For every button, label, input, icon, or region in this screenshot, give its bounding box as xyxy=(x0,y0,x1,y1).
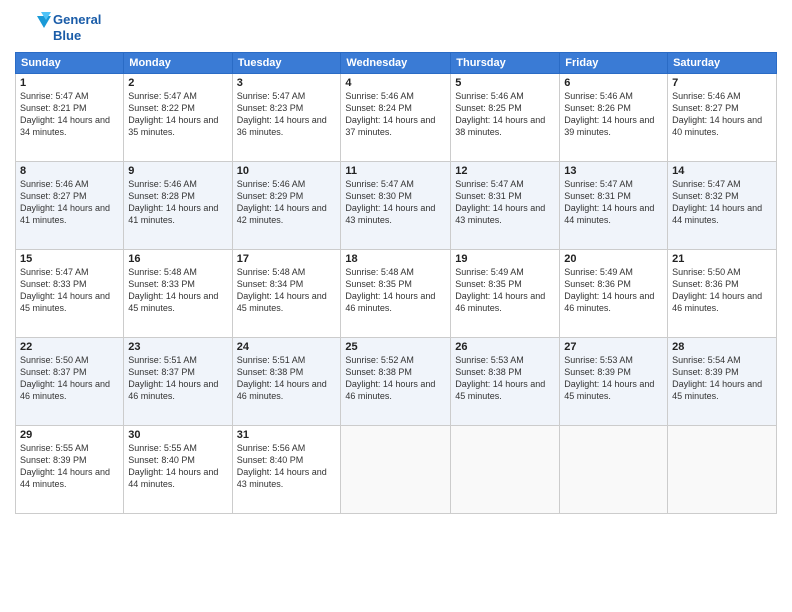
table-row: 16 Sunrise: 5:48 AM Sunset: 8:33 PM Dayl… xyxy=(124,250,232,338)
logo-blue: Blue xyxy=(53,28,101,44)
table-row: 14 Sunrise: 5:47 AM Sunset: 8:32 PM Dayl… xyxy=(668,162,777,250)
table-row: 20 Sunrise: 5:49 AM Sunset: 8:36 PM Dayl… xyxy=(560,250,668,338)
table-row: 24 Sunrise: 5:51 AM Sunset: 8:38 PM Dayl… xyxy=(232,338,341,426)
col-saturday: Saturday xyxy=(668,53,777,74)
table-row: 30 Sunrise: 5:55 AM Sunset: 8:40 PM Dayl… xyxy=(124,426,232,514)
table-row: 25 Sunrise: 5:52 AM Sunset: 8:38 PM Dayl… xyxy=(341,338,451,426)
page: General Blue Sunday Monday Tuesday Wedne… xyxy=(0,0,792,612)
week-row-4: 22 Sunrise: 5:50 AM Sunset: 8:37 PM Dayl… xyxy=(16,338,777,426)
table-row: 17 Sunrise: 5:48 AM Sunset: 8:34 PM Dayl… xyxy=(232,250,341,338)
table-row: 21 Sunrise: 5:50 AM Sunset: 8:36 PM Dayl… xyxy=(668,250,777,338)
table-row: 2 Sunrise: 5:47 AM Sunset: 8:22 PM Dayli… xyxy=(124,74,232,162)
col-wednesday: Wednesday xyxy=(341,53,451,74)
table-row: 22 Sunrise: 5:50 AM Sunset: 8:37 PM Dayl… xyxy=(16,338,124,426)
table-row: 28 Sunrise: 5:54 AM Sunset: 8:39 PM Dayl… xyxy=(668,338,777,426)
col-sunday: Sunday xyxy=(16,53,124,74)
empty-cell xyxy=(451,426,560,514)
table-row: 5 Sunrise: 5:46 AM Sunset: 8:25 PM Dayli… xyxy=(451,74,560,162)
table-row: 11 Sunrise: 5:47 AM Sunset: 8:30 PM Dayl… xyxy=(341,162,451,250)
logo: General Blue xyxy=(15,10,101,46)
table-row: 19 Sunrise: 5:49 AM Sunset: 8:35 PM Dayl… xyxy=(451,250,560,338)
table-row: 26 Sunrise: 5:53 AM Sunset: 8:38 PM Dayl… xyxy=(451,338,560,426)
table-row: 3 Sunrise: 5:47 AM Sunset: 8:23 PM Dayli… xyxy=(232,74,341,162)
table-row: 23 Sunrise: 5:51 AM Sunset: 8:37 PM Dayl… xyxy=(124,338,232,426)
calendar-header-row: Sunday Monday Tuesday Wednesday Thursday… xyxy=(16,53,777,74)
table-row: 8 Sunrise: 5:46 AM Sunset: 8:27 PM Dayli… xyxy=(16,162,124,250)
table-row: 31 Sunrise: 5:56 AM Sunset: 8:40 PM Dayl… xyxy=(232,426,341,514)
table-row: 27 Sunrise: 5:53 AM Sunset: 8:39 PM Dayl… xyxy=(560,338,668,426)
table-row: 10 Sunrise: 5:46 AM Sunset: 8:29 PM Dayl… xyxy=(232,162,341,250)
week-row-3: 15 Sunrise: 5:47 AM Sunset: 8:33 PM Dayl… xyxy=(16,250,777,338)
week-row-1: 1 Sunrise: 5:47 AM Sunset: 8:21 PM Dayli… xyxy=(16,74,777,162)
empty-cell xyxy=(560,426,668,514)
table-row: 6 Sunrise: 5:46 AM Sunset: 8:26 PM Dayli… xyxy=(560,74,668,162)
col-friday: Friday xyxy=(560,53,668,74)
table-row: 9 Sunrise: 5:46 AM Sunset: 8:28 PM Dayli… xyxy=(124,162,232,250)
logo-general: General xyxy=(53,12,101,28)
table-row: 29 Sunrise: 5:55 AM Sunset: 8:39 PM Dayl… xyxy=(16,426,124,514)
col-tuesday: Tuesday xyxy=(232,53,341,74)
col-thursday: Thursday xyxy=(451,53,560,74)
empty-cell xyxy=(341,426,451,514)
table-row: 13 Sunrise: 5:47 AM Sunset: 8:31 PM Dayl… xyxy=(560,162,668,250)
table-row: 1 Sunrise: 5:47 AM Sunset: 8:21 PM Dayli… xyxy=(16,74,124,162)
table-row: 18 Sunrise: 5:48 AM Sunset: 8:35 PM Dayl… xyxy=(341,250,451,338)
header: General Blue xyxy=(15,10,777,46)
table-row: 15 Sunrise: 5:47 AM Sunset: 8:33 PM Dayl… xyxy=(16,250,124,338)
table-row: 7 Sunrise: 5:46 AM Sunset: 8:27 PM Dayli… xyxy=(668,74,777,162)
table-row: 4 Sunrise: 5:46 AM Sunset: 8:24 PM Dayli… xyxy=(341,74,451,162)
table-row: 12 Sunrise: 5:47 AM Sunset: 8:31 PM Dayl… xyxy=(451,162,560,250)
empty-cell xyxy=(668,426,777,514)
calendar-table: Sunday Monday Tuesday Wednesday Thursday… xyxy=(15,52,777,514)
col-monday: Monday xyxy=(124,53,232,74)
week-row-5: 29 Sunrise: 5:55 AM Sunset: 8:39 PM Dayl… xyxy=(16,426,777,514)
week-row-2: 8 Sunrise: 5:46 AM Sunset: 8:27 PM Dayli… xyxy=(16,162,777,250)
